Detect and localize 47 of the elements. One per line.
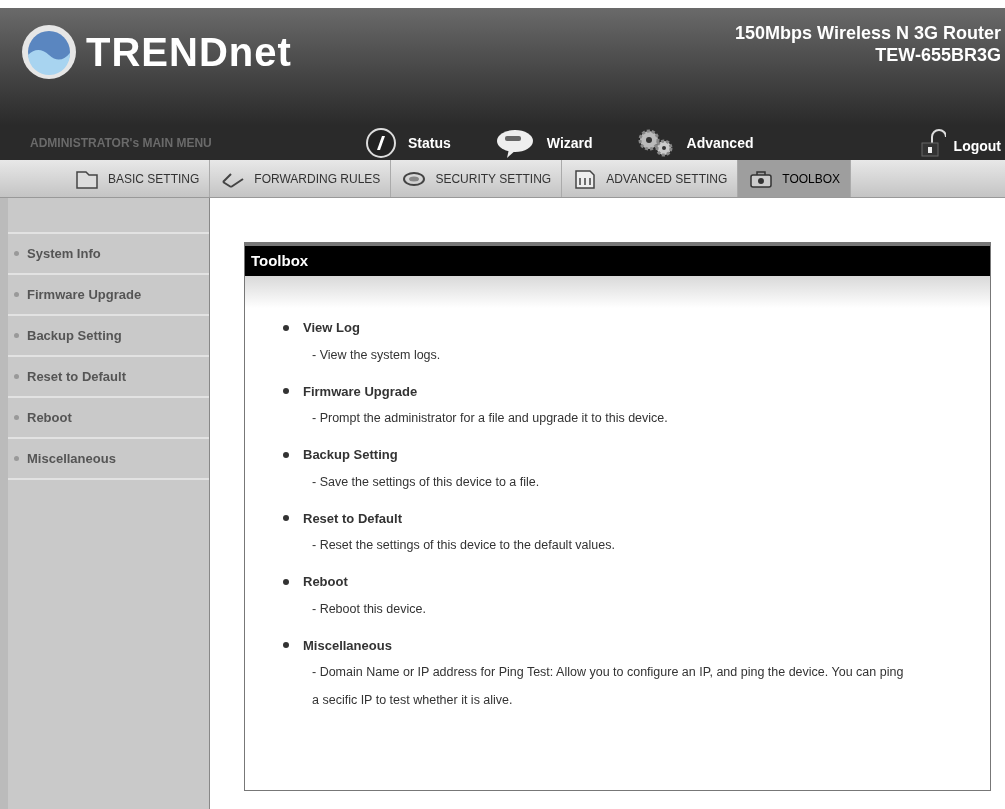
main-menu-link[interactable]: Advanced: [636, 128, 754, 158]
bullet-icon: [283, 578, 289, 585]
item-description: - Domain Name or IP address for Ping Test: Allow you to configure an IP, and ping the device. You can ping a secific IP to test whether it is alive.: [311, 664, 905, 709]
item-description: - Save the settings of this device to a file.: [311, 473, 541, 491]
bullet-icon: [14, 292, 19, 297]
bullet-icon: [283, 515, 289, 522]
bullet-icon: [283, 324, 289, 331]
item-title: Firmware Upgrade: [303, 382, 418, 401]
tab[interactable]: BASIC SETTING: [64, 160, 211, 197]
item-title: View Log: [303, 319, 360, 337]
item-description: - Reboot this device.: [311, 600, 427, 618]
item-description: - Prompt the administrator for a file and upgrade it to this device.: [311, 410, 669, 427]
sidebar-item[interactable]: Backup Setting: [8, 314, 209, 355]
bullet-icon: [14, 251, 19, 256]
padlock-icon: [919, 129, 946, 157]
sidebar-item[interactable]: Reset to Default: [8, 355, 209, 396]
sidebar-item[interactable]: Miscellaneous: [8, 437, 209, 478]
tab[interactable]: FORWARDING RULES: [210, 160, 392, 197]
tab[interactable]: TOOLBOX: [738, 160, 852, 197]
sidebar-item[interactable]: Firmware Upgrade: [8, 273, 209, 314]
bullet-icon: [14, 374, 19, 379]
main-menu-link[interactable]: Status: [366, 128, 451, 158]
item-title: Reset to Default: [303, 509, 402, 528]
sidebar-item[interactable]: Reboot: [8, 396, 209, 437]
bullet-icon: [14, 333, 19, 338]
bullet-icon: [14, 415, 19, 420]
speech-bubble-icon: [494, 127, 535, 159]
item-description: - View the system logs.: [311, 346, 442, 364]
main-menu-link[interactable]: Wizard: [494, 127, 593, 159]
sidebar-item[interactable]: System Info: [8, 232, 209, 273]
bullet-icon: [14, 456, 19, 461]
item-title: Backup Setting: [303, 446, 398, 464]
logo-icon: [20, 23, 78, 81]
item-title: Miscellaneous: [303, 636, 392, 655]
item-description: - Reset the settings of this device to the default values.: [311, 537, 616, 554]
tab[interactable]: ADVANCED SETTING: [562, 160, 739, 197]
bullet-icon: [283, 388, 289, 395]
item-title: Reboot: [303, 573, 348, 591]
menu-title: ADMINISTRATOR's MAIN MENU: [30, 135, 213, 152]
tab[interactable]: SECURITY SETTING: [391, 160, 563, 197]
bullet-icon: [283, 642, 289, 649]
logout-link[interactable]: Logout: [919, 129, 1001, 157]
product-name: 150Mbps Wireless N 3G Router: [735, 22, 1001, 44]
bullet-icon: [283, 451, 289, 458]
model-name: TEW-655BR3G: [875, 44, 1001, 66]
panel-title: Toolbox: [245, 243, 990, 276]
logo-text: TRENDnet: [86, 29, 292, 76]
